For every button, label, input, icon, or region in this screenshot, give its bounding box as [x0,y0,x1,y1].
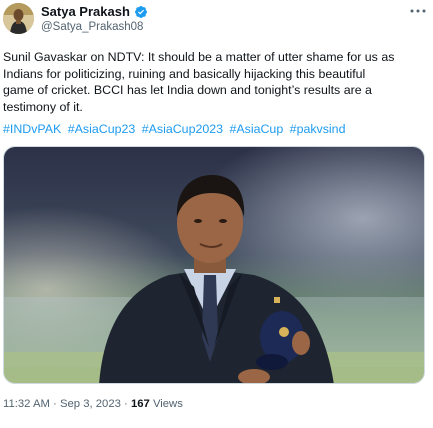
tweet-text-line: Sunil Gavaskar on NDTV: It should be a m… [3,50,395,64]
name-row: Satya Prakash [41,4,148,19]
meta-separator: · [53,398,57,410]
hashtag-list: #INDvPAK #AsiaCup23 #AsiaCup2023 #AsiaCu… [3,121,348,137]
views-label: Views [152,398,183,410]
display-name[interactable]: Satya Prakash [41,4,130,19]
views-count: 167 [130,398,150,410]
hashtag-link[interactable]: #AsiaCup [229,122,283,136]
user-handle[interactable]: @Satya_Prakash08 [41,20,143,34]
tweet-text: Sunil Gavaskar on NDTV: It should be a m… [3,49,429,115]
tweet-meta: 11:32 AM · Sep 3, 2023 · 167 Views [3,397,183,411]
hashtag-link[interactable]: #pakvsind [290,122,346,136]
meta-separator: · [124,398,128,410]
tweet-date[interactable]: Sep 3, 2023 [60,398,121,410]
tweet-text-line: testimony of it. [3,99,83,114]
hashtag-link[interactable]: #AsiaCup2023 [142,122,223,136]
hashtag-link[interactable]: #AsiaCup23 [68,122,136,136]
tweet-header: Satya Prakash @Satya_Prakash08 [0,0,433,44]
hashtag-link[interactable]: #INDvPAK [3,122,61,136]
verified-badge-icon [134,5,148,19]
tweet-time[interactable]: 11:32 AM [3,398,50,410]
more-horizontal-icon[interactable] [408,4,428,18]
tweet-photo[interactable] [3,146,425,384]
avatar[interactable] [3,3,34,34]
tweet-text-line: Indians for politicizing, ruining and ba… [3,66,366,81]
tweet-card[interactable]: Satya Prakash @Satya_Prakash08 Sunil Gav… [0,0,433,428]
tweet-text-line: game of cricket. BCCI has let India down… [3,83,372,98]
